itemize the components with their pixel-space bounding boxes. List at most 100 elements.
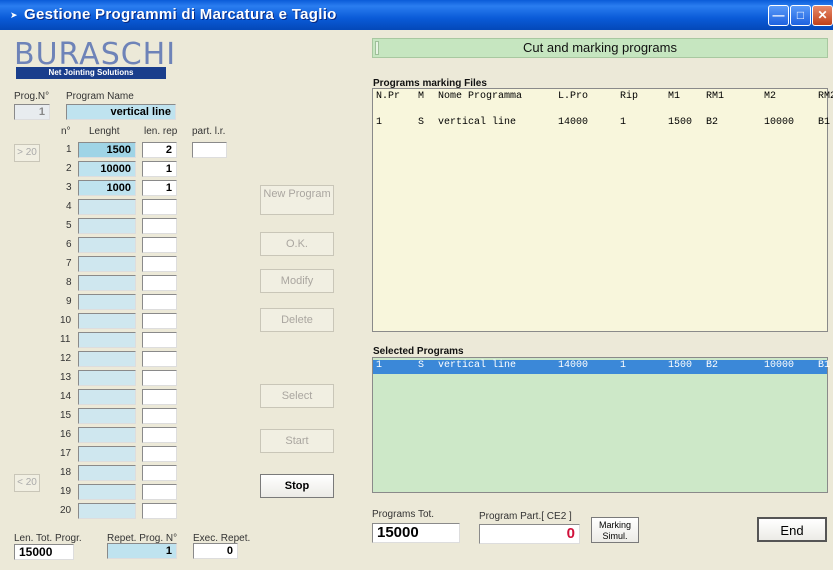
window-titlebar[interactable]: ➤ Gestione Programmi di Marcatura e Tagl…: [0, 0, 833, 30]
length-field[interactable]: [78, 408, 136, 424]
length-field[interactable]: [78, 275, 136, 291]
length-field[interactable]: [78, 351, 136, 367]
part-lr-field[interactable]: [192, 142, 227, 158]
program-cell: S: [418, 360, 425, 371]
row-number: 19: [60, 486, 72, 497]
start-button[interactable]: Start: [260, 429, 334, 453]
select-button[interactable]: Select: [260, 384, 334, 408]
column-header: M2: [764, 91, 777, 102]
length-field[interactable]: [78, 465, 136, 481]
length-field[interactable]: [78, 484, 136, 500]
stop-button[interactable]: Stop: [260, 474, 334, 498]
len-rep-field[interactable]: [142, 275, 177, 291]
selected-programs-label: Selected Programs: [373, 346, 464, 357]
len-tot-field: 15000: [14, 544, 74, 560]
close-button[interactable]: ✕: [812, 5, 833, 26]
prog-number-field[interactable]: 1: [14, 104, 50, 120]
program-part-label: Program Part.[ CE2 ]: [479, 511, 572, 522]
length-field[interactable]: [78, 237, 136, 253]
len-rep-field[interactable]: [142, 332, 177, 348]
len-rep-field[interactable]: [142, 484, 177, 500]
len-rep-field[interactable]: [142, 313, 177, 329]
column-header: RM1: [706, 91, 725, 102]
length-field[interactable]: [78, 427, 136, 443]
maximize-button[interactable]: □: [790, 5, 811, 26]
program-cell: S: [418, 117, 425, 128]
length-field[interactable]: [78, 389, 136, 405]
len-rep-field[interactable]: [142, 199, 177, 215]
len-rep-field[interactable]: [142, 408, 177, 424]
len-rep-field[interactable]: 2: [142, 142, 177, 158]
len-rep-field[interactable]: [142, 446, 177, 462]
length-field[interactable]: [78, 218, 136, 234]
length-field[interactable]: [78, 256, 136, 272]
column-header: RM2: [818, 91, 833, 102]
column-header: N.Pr: [376, 91, 401, 102]
length-field[interactable]: [78, 313, 136, 329]
col-lenght-header: Lenght: [89, 126, 120, 137]
delete-button[interactable]: Delete: [260, 308, 334, 332]
program-cell: 10000: [764, 117, 795, 128]
prog-number-label: Prog.N°: [14, 91, 50, 102]
length-field[interactable]: 10000: [78, 161, 136, 177]
marking-simul-button[interactable]: Marking Simul.: [591, 517, 639, 543]
program-part-field: 0: [479, 524, 580, 544]
row-number: 17: [60, 448, 72, 459]
len-rep-field[interactable]: [142, 351, 177, 367]
row-number: 5: [66, 220, 72, 231]
length-field[interactable]: 1500: [78, 142, 136, 158]
row-number: 14: [60, 391, 72, 402]
repet-prog-field[interactable]: 1: [107, 543, 177, 559]
row-number: 12: [60, 353, 72, 364]
length-field[interactable]: 1000: [78, 180, 136, 196]
program-name-label: Program Name: [66, 91, 134, 102]
program-cell: B1: [818, 117, 831, 128]
list-header-row: N.Pr M Nome Programma L.Pro Rip M1 RM1 M2 RM2: [373, 91, 833, 105]
ok-button[interactable]: O.K.: [260, 232, 334, 256]
prev-20-button[interactable]: < 20: [14, 474, 40, 492]
minimize-button[interactable]: —: [768, 5, 789, 26]
len-rep-field[interactable]: [142, 465, 177, 481]
end-button[interactable]: End: [757, 517, 827, 542]
col-partlr-header: part. l.r.: [192, 126, 226, 137]
len-rep-field[interactable]: [142, 503, 177, 519]
row-number: 10: [60, 315, 72, 326]
row-number: 15: [60, 410, 72, 421]
len-rep-field[interactable]: [142, 389, 177, 405]
marking-files-list[interactable]: N.Pr M Nome Programma L.Pro Rip M1 RM1 M2 RM2 1 Sv…: [372, 88, 833, 332]
len-rep-field[interactable]: [142, 218, 177, 234]
selected-programs-list[interactable]: 1 Svertical line 14000 1 1500 B2 10000 B1: [372, 357, 831, 493]
program-cell: 10000: [764, 360, 795, 371]
row-number: 1: [66, 144, 72, 155]
len-rep-field[interactable]: [142, 370, 177, 386]
row-number: 11: [60, 334, 71, 345]
modify-button[interactable]: Modify: [260, 269, 334, 293]
program-cell: 1: [620, 117, 627, 128]
length-field[interactable]: [78, 199, 136, 215]
length-field[interactable]: [78, 332, 136, 348]
program-cell: 1: [376, 117, 383, 128]
program-row[interactable]: 1 Svertical line 14000 1 1500 B2 10000 B1: [373, 360, 831, 374]
length-field[interactable]: [78, 370, 136, 386]
exec-repet-field: 0: [193, 543, 238, 559]
len-rep-field[interactable]: 1: [142, 161, 177, 177]
new-program-button[interactable]: New Program: [260, 185, 334, 215]
programs-tot-field: 15000: [372, 523, 460, 543]
column-header: L.Pro: [558, 91, 589, 102]
len-rep-field[interactable]: [142, 237, 177, 253]
len-rep-field[interactable]: [142, 294, 177, 310]
length-field[interactable]: [78, 503, 136, 519]
row-number: 2: [66, 163, 72, 174]
len-rep-field[interactable]: 1: [142, 180, 177, 196]
next-20-button[interactable]: > 20: [14, 144, 40, 162]
program-cell: B1: [818, 360, 831, 371]
program-row[interactable]: 1 Svertical line 14000 1 1500 B2 10000 B1: [373, 117, 831, 131]
len-rep-field[interactable]: [142, 427, 177, 443]
program-name-field[interactable]: vertical line: [66, 104, 176, 120]
length-field[interactable]: [78, 294, 136, 310]
row-number: 13: [60, 372, 72, 383]
row-number: 8: [66, 277, 72, 288]
len-rep-field[interactable]: [142, 256, 177, 272]
program-cell: 14000: [558, 360, 589, 371]
length-field[interactable]: [78, 446, 136, 462]
